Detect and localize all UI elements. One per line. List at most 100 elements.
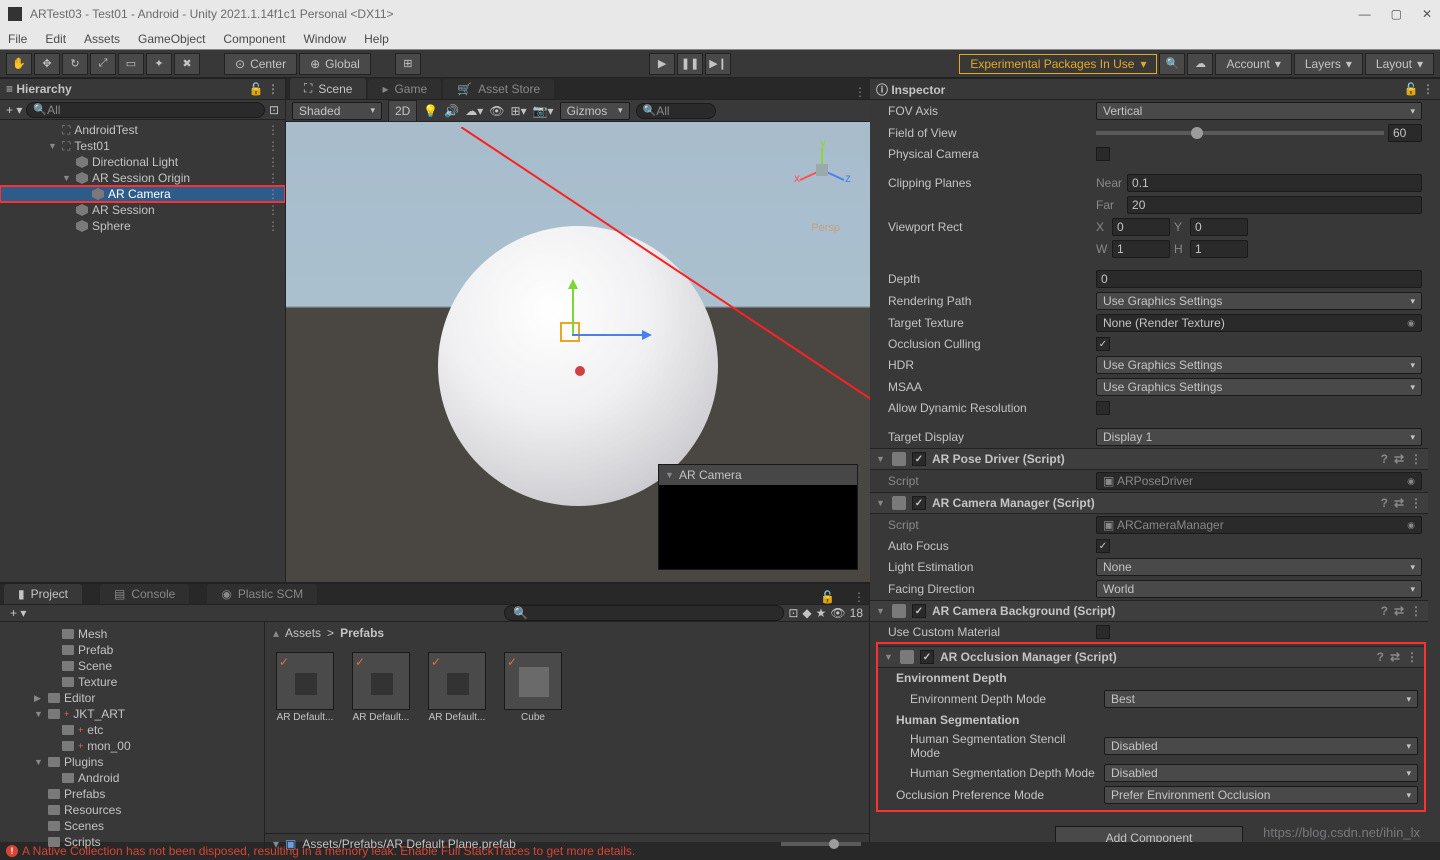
tab-game[interactable]: ▸Game — [368, 79, 441, 99]
scene-picker-icon[interactable]: ⊡ — [269, 103, 279, 117]
scene-viewport[interactable]: y z x Persp ▼AR Camera — [286, 122, 870, 582]
hidden-icon[interactable]: 👁 — [830, 606, 845, 620]
component-ar-camera-manager[interactable]: ▼ AR Camera Manager (Script) ?⇄⋮ — [870, 492, 1428, 514]
filter-icon[interactable]: ⊡ — [788, 606, 798, 620]
tree-item[interactable]: +mon_00 — [0, 738, 264, 754]
tree-item[interactable]: ▼+JKT_ART — [0, 706, 264, 722]
project-search-input[interactable] — [504, 605, 784, 621]
rotate-tool-icon[interactable]: ↻ — [62, 53, 88, 75]
audio-icon[interactable]: 🔊 — [444, 104, 459, 118]
component-menu-icon[interactable]: ⋮ — [1410, 496, 1422, 510]
hierarchy-item[interactable]: Directional Light⋮ — [0, 154, 285, 170]
component-ar-occlusion-manager[interactable]: ▼ AR Occlusion Manager (Script) ?⇄⋮ — [878, 646, 1424, 668]
rendering-path-dropdown[interactable]: Use Graphics Settings — [1096, 292, 1422, 310]
tree-item[interactable]: Mesh — [0, 626, 264, 642]
camera-preview[interactable]: ▼AR Camera — [658, 464, 858, 570]
msaa-dropdown[interactable]: Use Graphics Settings — [1096, 378, 1422, 396]
facing-direction-dropdown[interactable]: World — [1096, 580, 1422, 598]
tab-project[interactable]: ▮Project — [4, 584, 82, 604]
component-ar-pose-driver[interactable]: ▼ AR Pose Driver (Script) ?⇄⋮ — [870, 448, 1428, 470]
shading-mode-dropdown[interactable]: Shaded — [292, 102, 382, 120]
visibility-icon[interactable]: 👁 — [489, 104, 504, 118]
menu-edit[interactable]: Edit — [45, 32, 66, 46]
inspector-header[interactable]: ⓘ Inspector 🔓 ⋮ — [870, 78, 1440, 100]
create-dropdown-icon[interactable]: + ▾ — [6, 103, 22, 117]
perspective-label[interactable]: Persp — [811, 222, 840, 234]
occlusion-preference-dropdown[interactable]: Prefer Environment Occlusion — [1104, 786, 1418, 804]
asset-item[interactable]: ✓AR Default... — [349, 652, 413, 723]
panel-menu-icon[interactable]: ⋮ — [1422, 82, 1434, 96]
menu-gameobject[interactable]: GameObject — [138, 32, 205, 46]
component-ar-camera-background[interactable]: ▼ AR Camera Background (Script) ?⇄⋮ — [870, 600, 1428, 622]
hierarchy-item[interactable]: AR Camera⋮ — [0, 186, 285, 202]
minimize-icon[interactable]: — — [1359, 7, 1371, 21]
viewport-y-input[interactable] — [1190, 218, 1248, 236]
panel-menu-icon[interactable]: ⋮ — [854, 85, 866, 99]
add-component-button[interactable]: Add Component — [1055, 826, 1244, 842]
menu-help[interactable]: Help — [364, 32, 389, 46]
tab-plastic[interactable]: ◉Plastic SCM — [207, 584, 317, 604]
component-enable-checkbox[interactable] — [912, 452, 926, 466]
env-depth-mode-dropdown[interactable]: Best — [1104, 690, 1418, 708]
preset-icon[interactable]: ⇄ — [1394, 496, 1404, 510]
panel-menu-icon[interactable]: ⋮ — [853, 590, 865, 604]
tree-item[interactable]: Resources — [0, 802, 264, 818]
fx-icon[interactable]: ☁▾ — [465, 104, 483, 118]
tree-item[interactable]: ▶Editor — [0, 690, 264, 706]
menu-window[interactable]: Window — [303, 32, 346, 46]
far-clip-input[interactable] — [1127, 196, 1422, 214]
panel-menu-icon[interactable]: ⋮ — [267, 82, 279, 96]
help-icon[interactable]: ? — [1381, 452, 1388, 466]
cloud-icon[interactable]: ☁ — [1187, 53, 1213, 75]
create-icon[interactable]: + ▾ — [10, 606, 26, 620]
help-icon[interactable]: ? — [1381, 604, 1388, 618]
project-tree[interactable]: MeshPrefabSceneTexture▶Editor▼+JKT_ART+e… — [0, 622, 265, 854]
help-icon[interactable]: ? — [1381, 496, 1388, 510]
asset-grid[interactable]: ✓AR Default...✓AR Default...✓AR Default.… — [265, 644, 869, 833]
grid-icon[interactable]: ⊞▾ — [511, 104, 527, 118]
hand-tool-icon[interactable]: ✋ — [6, 53, 32, 75]
component-enable-checkbox[interactable] — [912, 604, 926, 618]
human-depth-mode-dropdown[interactable]: Disabled — [1104, 764, 1418, 782]
mode-2d-toggle[interactable]: 2D — [388, 100, 417, 122]
tree-item[interactable]: Scenes — [0, 818, 264, 834]
tree-item[interactable]: Prefabs — [0, 786, 264, 802]
component-enable-checkbox[interactable] — [912, 496, 926, 510]
fov-input[interactable] — [1388, 124, 1422, 142]
layers-dropdown[interactable]: Layers ▾ — [1294, 53, 1363, 75]
scale-tool-icon[interactable]: ⤢ — [90, 53, 116, 75]
pivot-rotation-button[interactable]: ⊕ Global — [299, 53, 371, 75]
component-menu-icon[interactable]: ⋮ — [1410, 452, 1422, 466]
asset-item[interactable]: ✓AR Default... — [273, 652, 337, 723]
fov-slider[interactable] — [1096, 131, 1384, 135]
orientation-gizmo[interactable]: y z x — [792, 140, 852, 200]
lighting-icon[interactable]: 💡 — [423, 104, 438, 118]
human-stencil-mode-dropdown[interactable]: Disabled — [1104, 737, 1418, 755]
component-menu-icon[interactable]: ⋮ — [1410, 604, 1422, 618]
hierarchy-item[interactable]: ▼⛶Test01⋮ — [0, 138, 285, 154]
use-custom-material-checkbox[interactable] — [1096, 625, 1110, 639]
viewport-w-input[interactable] — [1112, 240, 1170, 258]
preset-icon[interactable]: ⇄ — [1390, 650, 1400, 664]
fov-axis-dropdown[interactable]: Vertical — [1096, 102, 1422, 120]
hierarchy-header[interactable]: ≡ Hierarchy 🔓 ⋮ — [0, 78, 285, 100]
tree-item[interactable]: Prefab — [0, 642, 264, 658]
gizmos-dropdown[interactable]: Gizmos — [560, 102, 630, 120]
hierarchy-item[interactable]: Sphere⋮ — [0, 218, 285, 234]
occlusion-culling-checkbox[interactable] — [1096, 337, 1110, 351]
pause-button[interactable]: ❚❚ — [677, 53, 703, 75]
tab-asset-store[interactable]: 🛒Asset Store — [443, 79, 554, 99]
snap-tool-icon[interactable]: ⊞ — [395, 53, 421, 75]
preset-icon[interactable]: ⇄ — [1394, 604, 1404, 618]
hierarchy-item[interactable]: AR Session⋮ — [0, 202, 285, 218]
tree-item[interactable]: Texture — [0, 674, 264, 690]
auto-focus-checkbox[interactable] — [1096, 539, 1110, 553]
tree-item[interactable]: Android — [0, 770, 264, 786]
play-button[interactable]: ▶ — [649, 53, 675, 75]
near-clip-input[interactable] — [1127, 174, 1422, 192]
target-texture-field[interactable]: None (Render Texture) — [1096, 314, 1422, 332]
component-enable-checkbox[interactable] — [920, 650, 934, 664]
favorites-icon[interactable]: ★ — [816, 606, 827, 620]
tree-item[interactable]: Scene — [0, 658, 264, 674]
pivot-mode-button[interactable]: ⊙ Center — [224, 53, 297, 75]
